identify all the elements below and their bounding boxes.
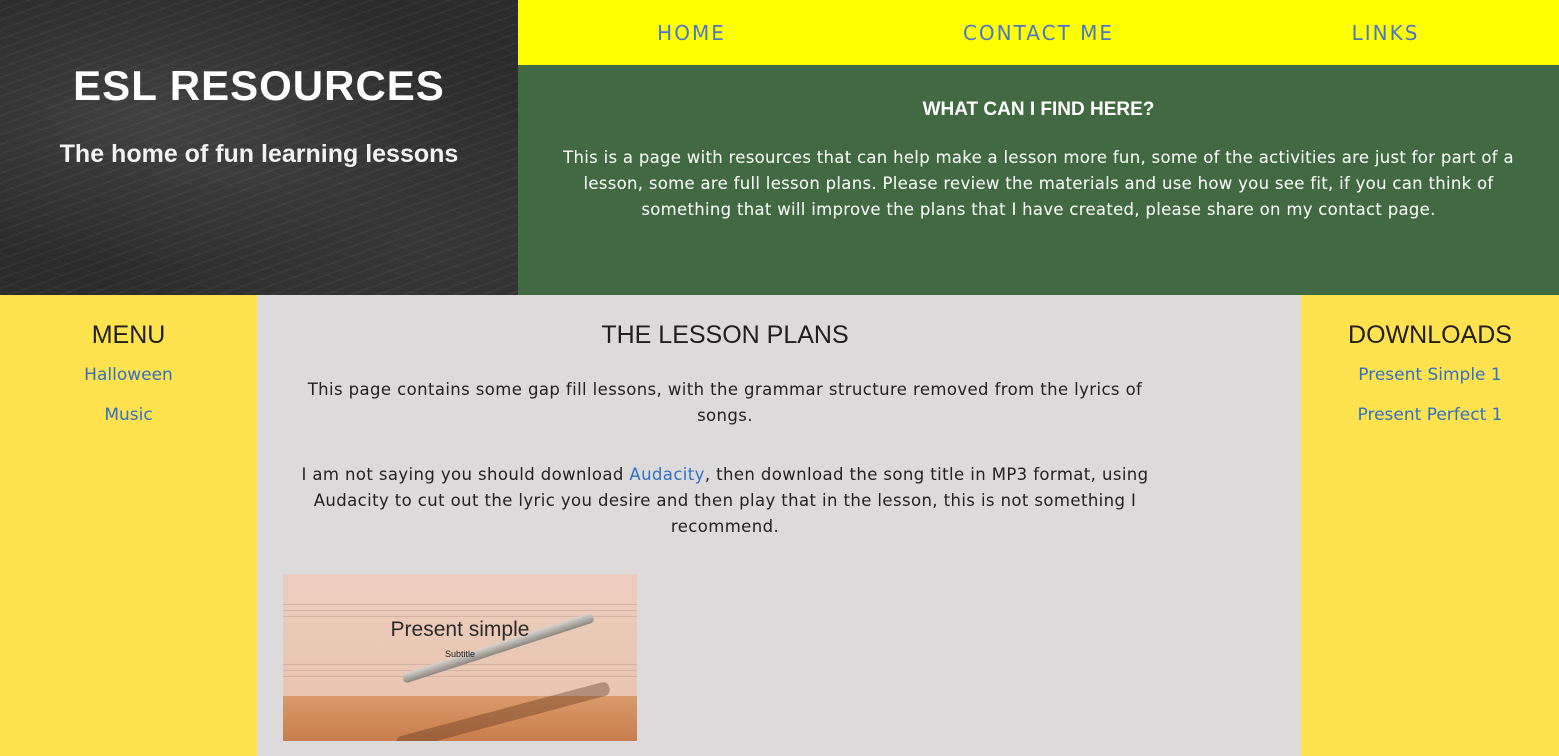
intro-paragraph: This page contains some gap fill lessons…	[307, 380, 1143, 425]
top-nav: HOME CONTACT ME LINKS	[518, 0, 1559, 65]
header: ESL RESOURCES The home of fun learning l…	[0, 0, 1559, 295]
music-staff-line	[283, 610, 637, 611]
music-staff-line	[283, 676, 637, 677]
music-staff-line	[283, 604, 637, 605]
present-simple-thumbnail[interactable]: Present simple Subtitle	[283, 574, 637, 741]
downloads-sidebar: DOWNLOADS Present Simple 1 Present Perfe…	[1301, 295, 1559, 756]
downloads-heading: DOWNLOADS	[1348, 321, 1512, 349]
site-title: ESL RESOURCES	[73, 62, 445, 109]
audacity-paragraph: I am not saying you should download Auda…	[293, 462, 1157, 540]
menu-heading: MENU	[91, 321, 166, 349]
music-staff-line	[283, 670, 637, 671]
intro-panel: WHAT CAN I FIND HERE? This is a page wit…	[518, 65, 1559, 295]
intro-text: This is a page with resources that can h…	[563, 148, 1514, 219]
audacity-link[interactable]: Audacity	[629, 465, 704, 484]
menu-sidebar: MENU Halloween Music	[0, 295, 257, 756]
nav-home[interactable]: HOME	[518, 21, 865, 45]
nav-links[interactable]: LINKS	[1212, 21, 1559, 45]
intro-heading: WHAT CAN I FIND HERE?	[922, 99, 1155, 120]
menu-item-halloween[interactable]: Halloween	[0, 364, 257, 386]
nav-contact-me[interactable]: CONTACT ME	[865, 21, 1212, 45]
main-content: THE LESSON PLANS This page contains some…	[257, 295, 1301, 756]
paragraph-text-before: I am not saying you should download	[301, 465, 630, 484]
menu-item-music[interactable]: Music	[0, 404, 257, 426]
download-present-simple-1[interactable]: Present Simple 1	[1301, 364, 1559, 386]
thumbnail-subtitle: Subtitle	[444, 649, 476, 659]
download-present-perfect-1[interactable]: Present Perfect 1	[1301, 404, 1559, 426]
site-tagline: The home of fun learning lessons	[59, 140, 459, 168]
page-title: THE LESSON PLANS	[601, 321, 849, 349]
thumbnail-title: Present simple	[390, 618, 530, 641]
hero-banner: ESL RESOURCES The home of fun learning l…	[0, 0, 518, 295]
